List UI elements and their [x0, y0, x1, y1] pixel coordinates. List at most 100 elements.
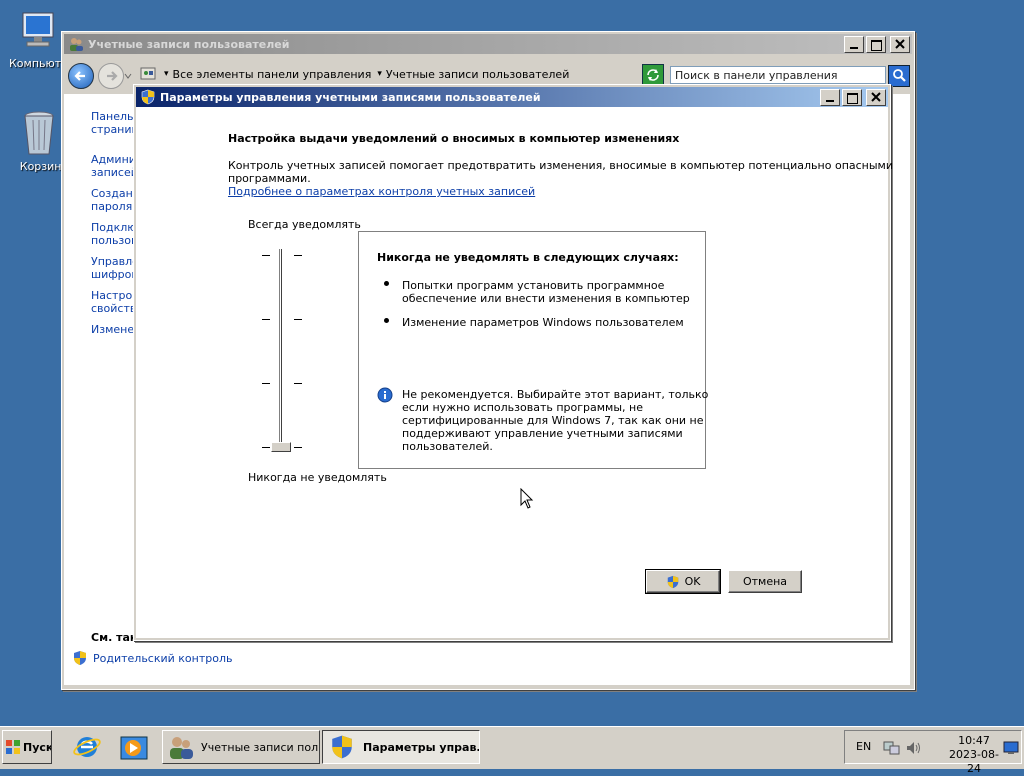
minimize-button[interactable]	[820, 89, 840, 106]
control-panel-titlebar[interactable]: Учетные записи пользователей	[64, 34, 912, 54]
desktop-icon-label: Компьютер	[9, 57, 69, 70]
sidebar-item-connect[interactable]: Подклю пользов	[91, 221, 135, 247]
back-button[interactable]	[68, 63, 94, 89]
arrow-right-icon	[107, 71, 118, 81]
slider-top-label: Всегда уведомлять	[248, 218, 361, 231]
arrow-left-icon	[74, 71, 85, 81]
uac-shield-icon	[140, 89, 156, 105]
close-button[interactable]	[890, 36, 910, 53]
sidebar-item-admin[interactable]: Админисзаписей	[91, 153, 135, 179]
more-info-link[interactable]: Подробнее о параметрах контроля учетных …	[228, 185, 535, 198]
note-line: пользователей.	[402, 440, 493, 453]
volume-icon[interactable]	[905, 739, 923, 757]
sidebar-item-label: Панель	[91, 110, 134, 123]
slider-thumb[interactable]	[271, 442, 291, 452]
mouse-cursor-icon	[520, 487, 534, 510]
sidebar-item-control-panel-home[interactable]: Панель страниц	[91, 110, 135, 136]
close-button[interactable]	[866, 89, 886, 106]
breadcrumb-arrow-icon: ▾	[164, 69, 169, 79]
sidebar-item-label: Админис	[91, 153, 135, 166]
sidebar-item-encryption[interactable]: Управле шифров	[91, 255, 135, 281]
search-button[interactable]	[888, 65, 910, 87]
sidebar-item-properties[interactable]: Настрой свойств	[91, 289, 135, 315]
clock-date: 2023-08-24	[949, 748, 999, 775]
sidebar-item-label: страниц	[91, 123, 135, 136]
uac-shield-icon	[329, 733, 355, 761]
start-label: Пуск	[23, 740, 52, 754]
info-icon	[377, 387, 393, 403]
maximize-button[interactable]	[866, 36, 886, 53]
parental-control-link[interactable]: Родительский контроль	[72, 650, 233, 666]
window-title: Учетные записи пользователей	[88, 37, 290, 51]
search-placeholder: Поиск в панели управления	[675, 68, 838, 82]
note-line: если нужно использовать программы, не	[402, 401, 643, 414]
show-desktop-icon[interactable]	[1003, 741, 1019, 755]
note-line: сертифицированные для Windows 7, так как…	[402, 414, 704, 427]
search-input[interactable]: Поиск в панели управления	[670, 66, 886, 84]
ie-quicklaunch-icon[interactable]	[72, 733, 102, 761]
maximize-button[interactable]	[842, 89, 862, 106]
taskbar-item-user-accounts[interactable]: Учетные записи пол...	[162, 730, 320, 764]
recycle-bin-icon	[19, 110, 59, 155]
breadcrumb-item-all-items[interactable]: Все элементы панели управления	[173, 68, 372, 81]
sidebar-item-change[interactable]: Изменен	[91, 323, 135, 336]
see-also-heading: См. так	[91, 631, 135, 644]
sidebar-item-label: Создани	[91, 187, 135, 200]
sidebar-list: Панельстраниц Админисзаписей Созданипаро…	[91, 110, 135, 370]
dialog-title: Параметры управления учетными записями п…	[160, 90, 541, 104]
dialog-description: Контроль учетных записей помогает предот…	[228, 159, 893, 185]
users-icon	[68, 36, 84, 52]
info-title: Никогда не уведомлять в следующих случая…	[377, 251, 679, 264]
refresh-button[interactable]	[642, 64, 664, 86]
shield-icon	[72, 650, 88, 666]
windows-logo-icon	[5, 739, 21, 755]
bullet-item: Попытки программ установить программное …	[402, 279, 690, 305]
minimize-button[interactable]	[844, 36, 864, 53]
sidebar-item-label: Изменен	[91, 323, 135, 336]
info-panel: Никогда не уведомлять в следующих случая…	[358, 231, 708, 469]
ok-label: OK	[684, 575, 701, 588]
slider-bottom-label: Никогда не уведомлять	[248, 471, 387, 484]
forward-button[interactable]	[98, 63, 124, 89]
slider-tick	[294, 319, 302, 320]
slider-tick	[294, 383, 302, 384]
ok-button[interactable]: OK	[645, 569, 721, 594]
uac-shield-icon	[666, 575, 680, 589]
uac-dialog-body: Настройка выдачи уведомлений о вносимых …	[136, 107, 893, 638]
sidebar-item-label: шифров	[91, 268, 135, 281]
slider-tick	[294, 447, 302, 448]
cancel-button[interactable]: Отмена	[728, 570, 802, 593]
sidebar-item-label: Управле	[91, 255, 135, 268]
dialog-heading: Настройка выдачи уведомлений о вносимых …	[228, 132, 680, 145]
breadcrumb-arrow-icon: ▾	[377, 69, 382, 79]
network-icon[interactable]	[883, 739, 901, 757]
address-bar[interactable]: ▾ Все элементы панели управления ▾ Учетн…	[136, 64, 690, 84]
uac-dialog-titlebar[interactable]: Параметры управления учетными записями п…	[136, 87, 888, 107]
sidebar-item-label: записей	[91, 166, 135, 179]
taskbar-item-uac-settings[interactable]: Параметры управ...	[322, 730, 480, 764]
taskbar: Пуск Учетные записи пол... Параметры упр…	[0, 726, 1024, 775]
cancel-label: Отмена	[742, 575, 788, 588]
description-line: программами.	[228, 172, 311, 185]
start-button[interactable]: Пуск	[2, 730, 52, 764]
clock-time: 10:47	[958, 734, 990, 747]
parental-control-label: Родительский контроль	[93, 651, 233, 665]
search-icon	[893, 69, 906, 82]
breadcrumb-item-user-accounts[interactable]: Учетные записи пользователей	[386, 68, 570, 81]
sidebar-item-create-password[interactable]: Созданипароля	[91, 187, 135, 213]
taskbar-item-label: Параметры управ...	[363, 740, 480, 754]
bullet-dot	[384, 281, 389, 286]
notification-slider[interactable]	[254, 247, 308, 457]
users-icon	[167, 733, 195, 761]
system-tray: 10:47 2023-08-24	[844, 730, 1022, 775]
slider-tick	[262, 255, 270, 256]
media-player-quicklaunch-icon[interactable]	[120, 735, 148, 761]
slider-tick	[262, 319, 270, 320]
sidebar-item-label: Настрой	[91, 289, 135, 302]
bullet-item: Изменение параметров Windows пользовател…	[402, 316, 684, 329]
computer-icon	[19, 10, 59, 54]
sidebar-item-label: свойств	[91, 302, 135, 315]
history-dropdown[interactable]	[124, 70, 132, 79]
taskbar-item-label: Учетные записи пол...	[201, 740, 320, 754]
clock[interactable]: 10:47 2023-08-24	[949, 734, 999, 776]
